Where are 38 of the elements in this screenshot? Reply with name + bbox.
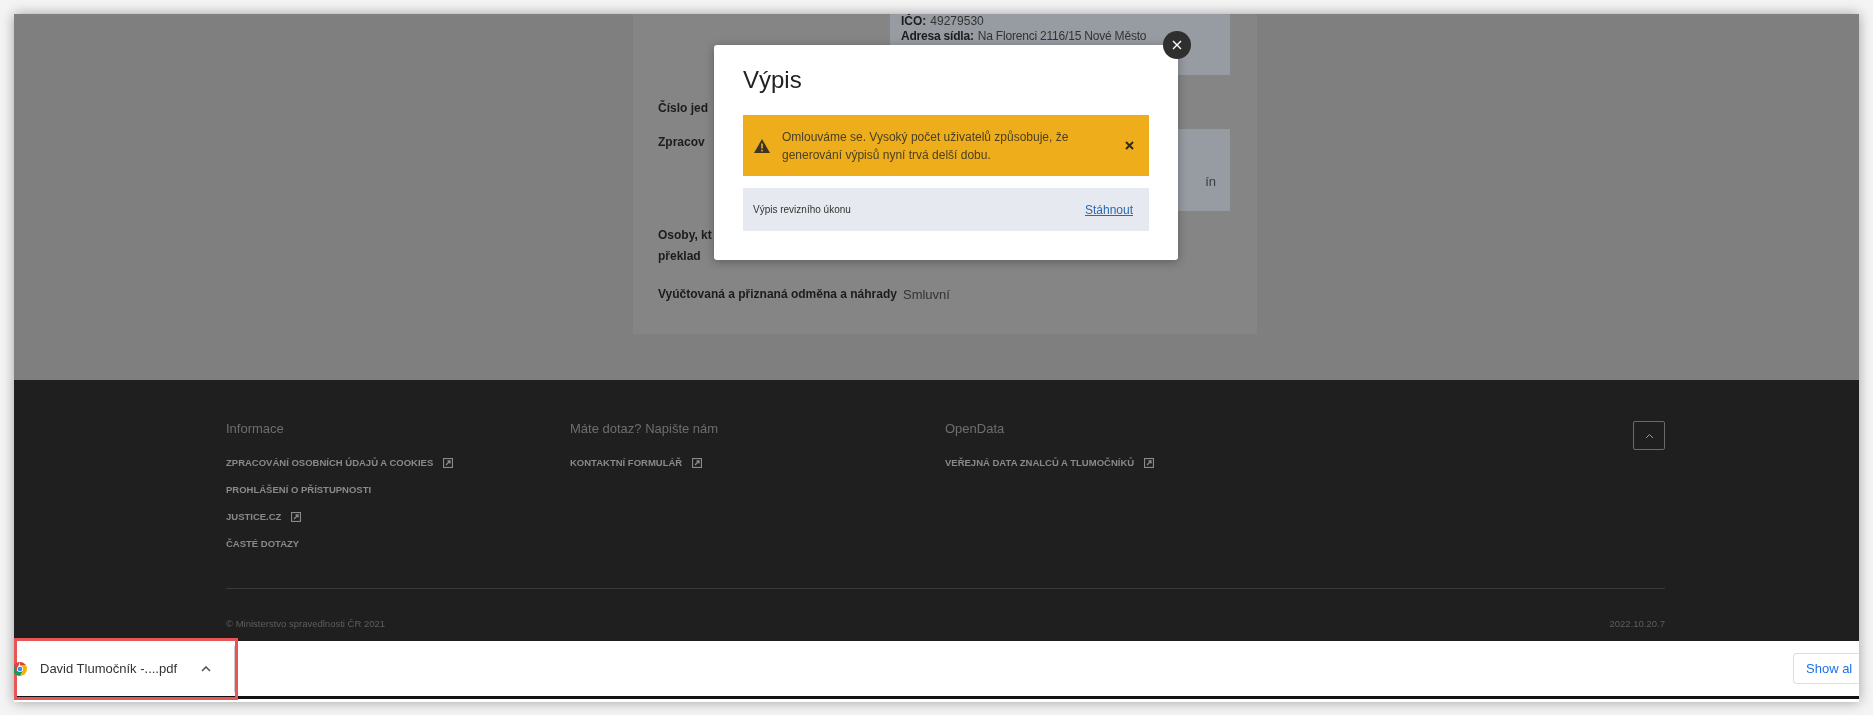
show-all-button[interactable]: Show al (1793, 653, 1859, 684)
copyright-text: © Ministerstvo spravedlnosti ČR 2021 (226, 617, 386, 631)
footer-link[interactable]: VEŘEJNÁ DATA ZNALCŮ A TLUMOČNÍKŮ (945, 455, 1135, 471)
download-item[interactable]: David Tlumočník -....pdf (17, 640, 234, 697)
field-label: Číslo jed (658, 101, 708, 115)
chevron-up-icon (1644, 432, 1654, 439)
warning-icon (754, 138, 770, 153)
alert-message: Omlouváme se. Vysoký počet uživatelů způsobuje, že generování výpisů nyní trvá delší dobu. (782, 128, 1070, 164)
close-icon (1172, 40, 1182, 50)
footer-heading: OpenData (945, 421, 1005, 437)
address-label: Adresa sídla: (901, 29, 974, 44)
address-value: Na Florenci 2116/15 Nové Město (977, 29, 1147, 44)
external-link-icon (1144, 458, 1155, 468)
footer-link[interactable]: ČASTÉ DOTAZY (226, 536, 300, 552)
field-label: Vyúčtovaná a přiznaná odměna a náhrady (658, 286, 897, 303)
ico-value: 49279530 (930, 14, 984, 29)
footer-link[interactable]: PROHLÁŠENÍ O PŘÍSTUPNOSTI (226, 482, 372, 498)
chevron-up-icon (201, 665, 212, 672)
field-label: překlad (658, 248, 702, 265)
footer-link[interactable]: KONTAKTNÍ FORMULÁŘ (570, 455, 683, 471)
footer-link[interactable]: ZPRACOVÁNÍ OSOBNÍCH ÚDAJŮ A COOKIES (226, 455, 434, 471)
ico-label: IČO: (901, 14, 927, 29)
info-text: ín (1205, 172, 1216, 191)
download-link[interactable]: Stáhnout (1084, 200, 1133, 219)
field-label: Zpracov (658, 135, 705, 149)
close-icon[interactable] (1125, 141, 1134, 150)
download-label: Výpis revizního úkonu (753, 203, 851, 217)
external-link-icon (443, 458, 454, 468)
modal-title: Výpis (743, 65, 802, 95)
field-value: Smluvní (902, 286, 950, 304)
external-link-icon (291, 512, 302, 522)
external-link-icon (692, 458, 703, 468)
footer-heading: Máte dotaz? Napište nám (570, 421, 719, 437)
footer-link[interactable]: JUSTICE.CZ (226, 509, 282, 525)
version-text: 2022.10.20.7 (1609, 617, 1665, 631)
scroll-top-button[interactable] (1633, 421, 1665, 450)
field-label: Osoby, kt (658, 227, 713, 244)
footer-heading: Informace (226, 421, 284, 437)
